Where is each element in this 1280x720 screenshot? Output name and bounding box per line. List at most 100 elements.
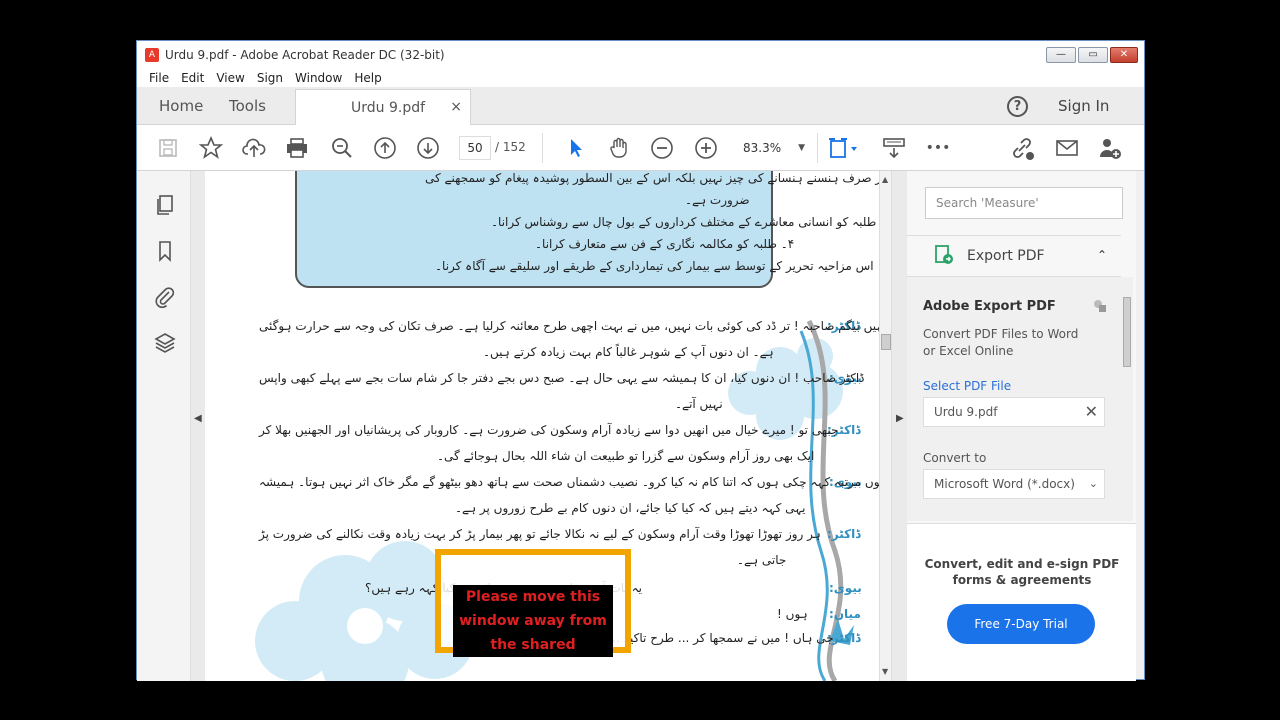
selected-file-field[interactable]: Urdu 9.pdf ✕ — [923, 397, 1105, 427]
page-thumbnails-icon[interactable] — [153, 193, 177, 217]
menu-bar: File Edit View Sign Window Help — [137, 69, 1144, 87]
bookmark-star-icon[interactable] — [198, 135, 224, 161]
sign-in-button[interactable]: Sign In — [1058, 97, 1109, 115]
dialogue-line: جی نہیں بیگم صاحبہ ! تر ڈد کی کوئی بات ن… — [259, 319, 879, 333]
screen-share-message: Please move this window away from the sh… — [453, 585, 613, 657]
right-pane-toggle[interactable]: ▶ — [891, 171, 907, 681]
add-user-icon[interactable] — [1097, 135, 1123, 161]
chevron-down-icon: ▼ — [798, 143, 805, 153]
more-tools-icon[interactable]: ••• — [925, 135, 951, 161]
left-pane-toggle[interactable]: ◀ — [191, 171, 205, 681]
print-icon[interactable] — [284, 135, 310, 161]
zoom-in-icon[interactable] — [693, 135, 719, 161]
minimize-button[interactable]: — — [1046, 47, 1076, 63]
speaker-label: میاں: — [829, 607, 861, 621]
tab-home[interactable]: Home — [159, 97, 203, 115]
tab-bar: Home Tools Urdu 9.pdf × ? Sign In — [137, 87, 1144, 125]
objective-line: ۴۔ طلبہ کو مکالمہ نگاری کے فن سے متعارف … — [535, 237, 795, 251]
close-tab-icon[interactable]: × — [450, 99, 462, 115]
bookmarks-icon[interactable] — [153, 239, 177, 263]
email-icon[interactable] — [1054, 135, 1080, 161]
layers-icon[interactable] — [153, 331, 177, 355]
chevron-down-icon: ⌄ — [1088, 477, 1098, 490]
hand-tool-icon[interactable] — [606, 135, 632, 161]
export-pdf-header[interactable]: Export PDF ⌃ — [907, 235, 1121, 277]
window-title: Urdu 9.pdf - Adobe Acrobat Reader DC (32… — [165, 48, 445, 62]
zoom-out-icon[interactable] — [649, 135, 675, 161]
dialogue-line: جبھی تو ! میرے خیال میں انھیں دوا سے زیا… — [259, 423, 839, 437]
title-bar: A Urdu 9.pdf - Adobe Acrobat Reader DC (… — [137, 41, 1144, 69]
scrollbar-thumb[interactable] — [1123, 297, 1131, 367]
navigation-rail — [137, 171, 191, 681]
dialogue-line: ڈاکٹر صاحب ! ان دنوں کیا، ان کا ہمیشہ سے… — [259, 371, 865, 385]
dialogue-line: نہیں آتے۔ — [675, 397, 723, 411]
dialogue-line: ہے۔ ان دنوں آپ کے شوہر غالباً کام بہت زی… — [483, 345, 774, 359]
promo-panel: Convert, edit and e-sign PDF forms & agr… — [907, 523, 1136, 681]
document-scrollbar[interactable]: ▲ ▼ — [879, 171, 891, 681]
dialogue-line: ہوں ! — [777, 607, 808, 621]
document-tab-label: Urdu 9.pdf — [351, 100, 426, 116]
next-page-icon[interactable] — [415, 135, 441, 161]
chevron-up-icon[interactable]: ⌃ — [1097, 248, 1107, 262]
attachments-icon[interactable] — [153, 285, 177, 309]
objective-line: ۲۔ طلبہ کو بتانا کہ مزاحیہ تحریر صرف ہنس… — [425, 171, 879, 185]
page-fit-icon[interactable] — [827, 135, 863, 161]
free-trial-button[interactable]: Free 7-Day Trial — [947, 604, 1095, 644]
speaker-label: بیوی: — [829, 581, 862, 595]
page-number-input[interactable]: 50 — [459, 136, 491, 160]
acrobat-logo-icon: A — [145, 48, 159, 62]
help-icon[interactable]: ? — [1007, 96, 1028, 117]
export-heading: Adobe Export PDF — [923, 299, 1056, 314]
search-tools-input[interactable]: Search 'Measure' — [925, 187, 1123, 219]
tools-pane-scrollbar[interactable] — [1121, 277, 1133, 521]
export-pdf-label: Export PDF — [967, 248, 1045, 264]
dialogue-line: ایک بھی روز آرام وسکون سے گزرا تو طبیعت … — [437, 449, 815, 463]
select-pdf-file-link[interactable]: Select PDF File — [923, 379, 1011, 393]
share-link-icon[interactable] — [1009, 135, 1035, 161]
close-window-button[interactable]: ✕ — [1110, 47, 1138, 63]
tab-tools[interactable]: Tools — [229, 97, 266, 115]
format-value: Microsoft Word (*.docx) — [934, 477, 1075, 491]
screen-share-notice: Please move this window away from the sh… — [435, 549, 631, 657]
dialogue-line: یہی کہہ دیتے ہیں کہ کیا کیا جائے، ان دنو… — [455, 501, 806, 515]
scroll-down-icon[interactable]: ▼ — [882, 667, 888, 676]
copy-icon[interactable] — [1093, 299, 1107, 313]
speaker-label: ڈاکٹر: — [827, 527, 861, 541]
chevron-right-icon: ▶ — [896, 413, 904, 424]
export-description: Convert PDF Files to Word or Excel Onlin… — [923, 327, 1079, 358]
menu-edit[interactable]: Edit — [175, 71, 210, 85]
scrollbar-thumb[interactable] — [881, 334, 891, 350]
previous-page-icon[interactable] — [372, 135, 398, 161]
objective-line: ۳۔ طلبہ کو انسانی معاشرے کے مختلف کردارو… — [491, 215, 879, 229]
dialogue-line: بیسیوں مرتبہ کہہ چکی ہوں کہ اتنا کام نہ … — [259, 475, 879, 489]
maximize-button[interactable]: ▭ — [1078, 47, 1108, 63]
dialogue-line: ہر روز تھوڑا تھوڑا وقت آرام وسکون کے لیے… — [259, 527, 821, 541]
export-pdf-body: Adobe Export PDF Convert PDF Files to Wo… — [907, 277, 1121, 521]
menu-window[interactable]: Window — [289, 71, 348, 85]
export-pdf-icon — [935, 245, 953, 264]
menu-file[interactable]: File — [137, 71, 175, 85]
clear-file-icon[interactable]: ✕ — [1085, 398, 1098, 426]
toolbar-divider — [542, 133, 543, 163]
toolbar: 50 / 152 83.3% ▼ ••• — [137, 125, 1144, 171]
select-cursor-icon[interactable] — [563, 135, 589, 161]
menu-view[interactable]: View — [210, 71, 250, 85]
chevron-left-icon: ◀ — [194, 413, 202, 424]
save-icon[interactable] — [155, 135, 181, 161]
tools-pane: Search 'Measure' Export PDF ⌃ Adobe Expo… — [907, 171, 1136, 681]
promo-text: Convert, edit and e-sign PDF forms & agr… — [924, 557, 1120, 587]
zoom-level-value: 83.3% — [743, 141, 782, 155]
menu-sign[interactable]: Sign — [251, 71, 289, 85]
cloud-upload-icon[interactable] — [241, 135, 267, 161]
zoom-level-select[interactable]: 83.3% ▼ — [737, 136, 809, 160]
dialogue-line: جاتی ہے۔ — [737, 553, 787, 567]
menu-help[interactable]: Help — [348, 71, 387, 85]
convert-to-label: Convert to — [923, 451, 987, 465]
tab-document[interactable]: Urdu 9.pdf × — [295, 89, 471, 125]
format-select[interactable]: Microsoft Word (*.docx) ⌄ — [923, 469, 1105, 499]
page-total: / 152 — [495, 140, 526, 154]
zoom-search-icon[interactable] — [329, 135, 355, 161]
scroll-up-icon[interactable]: ▲ — [882, 175, 888, 184]
objective-line: ۵۔ اس مزاحیہ تحریر کے توسط سے بیمار کی ت… — [435, 259, 879, 273]
scroll-mode-icon[interactable] — [881, 135, 907, 161]
